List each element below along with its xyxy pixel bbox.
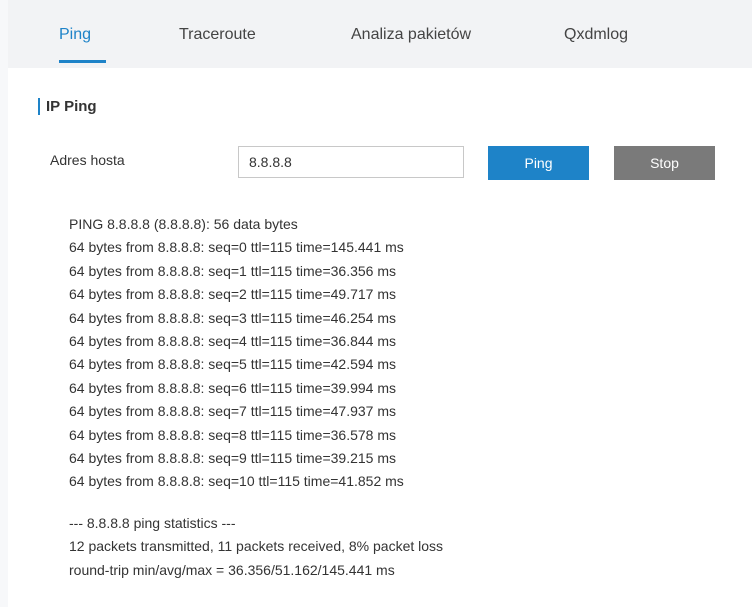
output-line: 64 bytes from 8.8.8.8: seq=5 ttl=115 tim… — [69, 356, 396, 373]
section-title: IP Ping — [46, 98, 97, 115]
content-panel: IP Ping Adres hosta Ping Stop PING 8.8.8… — [8, 68, 752, 607]
output-line: 64 bytes from 8.8.8.8: seq=9 ttl=115 tim… — [69, 450, 396, 467]
output-line: 64 bytes from 8.8.8.8: seq=8 ttl=115 tim… — [69, 426, 396, 443]
host-input[interactable] — [238, 146, 464, 178]
ping-button[interactable]: Ping — [488, 146, 589, 180]
section-accent-bar — [38, 98, 40, 115]
output-line: 64 bytes from 8.8.8.8: seq=0 ttl=115 tim… — [69, 239, 404, 256]
ping-output: PING 8.8.8.8 (8.8.8.8): 56 data bytes 64… — [69, 213, 443, 582]
tab-packet-analysis[interactable]: Analiza pakietów — [351, 26, 471, 44]
output-line: 64 bytes from 8.8.8.8: seq=2 ttl=115 tim… — [69, 286, 396, 303]
output-spacer — [69, 494, 443, 512]
stats-line: 12 packets transmitted, 11 packets recei… — [69, 538, 444, 555]
output-line: PING 8.8.8.8 (8.8.8.8): 56 data bytes — [69, 216, 298, 232]
tab-qxdmlog[interactable]: Qxdmlog — [564, 26, 628, 44]
tab-traceroute[interactable]: Traceroute — [179, 26, 256, 44]
output-line: 64 bytes from 8.8.8.8: seq=10 ttl=115 ti… — [69, 473, 404, 490]
stop-button[interactable]: Stop — [614, 146, 715, 180]
tab-ping[interactable]: Ping — [59, 26, 91, 44]
tab-bar: Ping Traceroute Analiza pakietów Qxdmlog — [8, 0, 752, 68]
output-line: 64 bytes from 8.8.8.8: seq=3 ttl=115 tim… — [69, 309, 396, 326]
active-tab-indicator — [59, 60, 106, 63]
host-label: Adres hosta — [50, 152, 125, 168]
output-line: 64 bytes from 8.8.8.8: seq=4 ttl=115 tim… — [69, 333, 396, 350]
ping-page: Ping Traceroute Analiza pakietów Qxdmlog… — [0, 0, 752, 607]
output-line: 64 bytes from 8.8.8.8: seq=7 ttl=115 tim… — [69, 403, 396, 420]
output-line: 64 bytes from 8.8.8.8: seq=6 ttl=115 tim… — [69, 379, 396, 396]
stats-line: round-trip min/avg/max = 36.356/51.162/1… — [69, 561, 395, 578]
stats-line: --- 8.8.8.8 ping statistics --- — [69, 514, 236, 531]
output-line: 64 bytes from 8.8.8.8: seq=1 ttl=115 tim… — [69, 262, 396, 279]
